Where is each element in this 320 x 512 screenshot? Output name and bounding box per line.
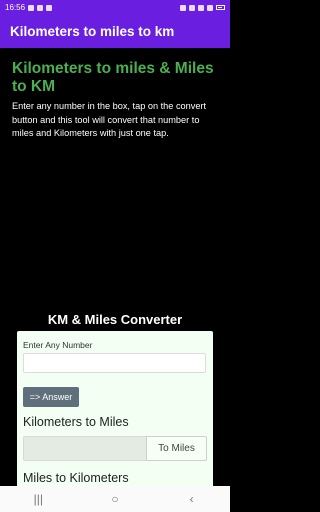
answer-button[interactable]: => Answer <box>23 387 79 407</box>
status-left: 16:56 <box>5 3 53 12</box>
app-title: Kilometers to miles to km <box>10 24 175 39</box>
status-time: 16:56 <box>5 3 26 12</box>
signal-icon <box>207 4 213 11</box>
page-heading: Kilometers to miles & Miles to KM <box>12 60 214 95</box>
recents-icon[interactable]: ||| <box>18 492 58 506</box>
main-content[interactable]: Kilometers to miles & Miles to KM Enter … <box>0 48 230 486</box>
mail-icon <box>28 4 35 11</box>
number-input[interactable] <box>23 353 206 373</box>
status-bar: 16:56 <box>0 0 230 15</box>
miles-to-km-label: Miles to Kilometers <box>23 471 129 485</box>
converter-card: Enter Any Number => Answer Kilometers to… <box>17 331 213 486</box>
status-right <box>180 4 225 11</box>
km-to-miles-label: Kilometers to Miles <box>23 415 129 429</box>
home-icon[interactable]: ○ <box>95 492 135 506</box>
input-label: Enter Any Number <box>23 340 93 350</box>
app-bar: Kilometers to miles to km <box>0 15 230 48</box>
converter-title: KM & Miles Converter <box>47 312 183 327</box>
mail-icon <box>37 4 44 11</box>
mute-icon <box>189 4 195 11</box>
bluetooth-icon <box>180 4 186 11</box>
navigation-bar: ||| ○ ‹ <box>0 486 230 512</box>
back-icon[interactable]: ‹ <box>172 492 212 506</box>
image-icon <box>46 4 53 11</box>
intro-text: Enter any number in the box, tap on the … <box>12 101 207 138</box>
to-miles-button[interactable]: To Miles <box>146 436 207 461</box>
battery-icon <box>216 5 225 10</box>
km-output-field[interactable] <box>23 436 146 461</box>
wifi-icon <box>198 4 204 11</box>
